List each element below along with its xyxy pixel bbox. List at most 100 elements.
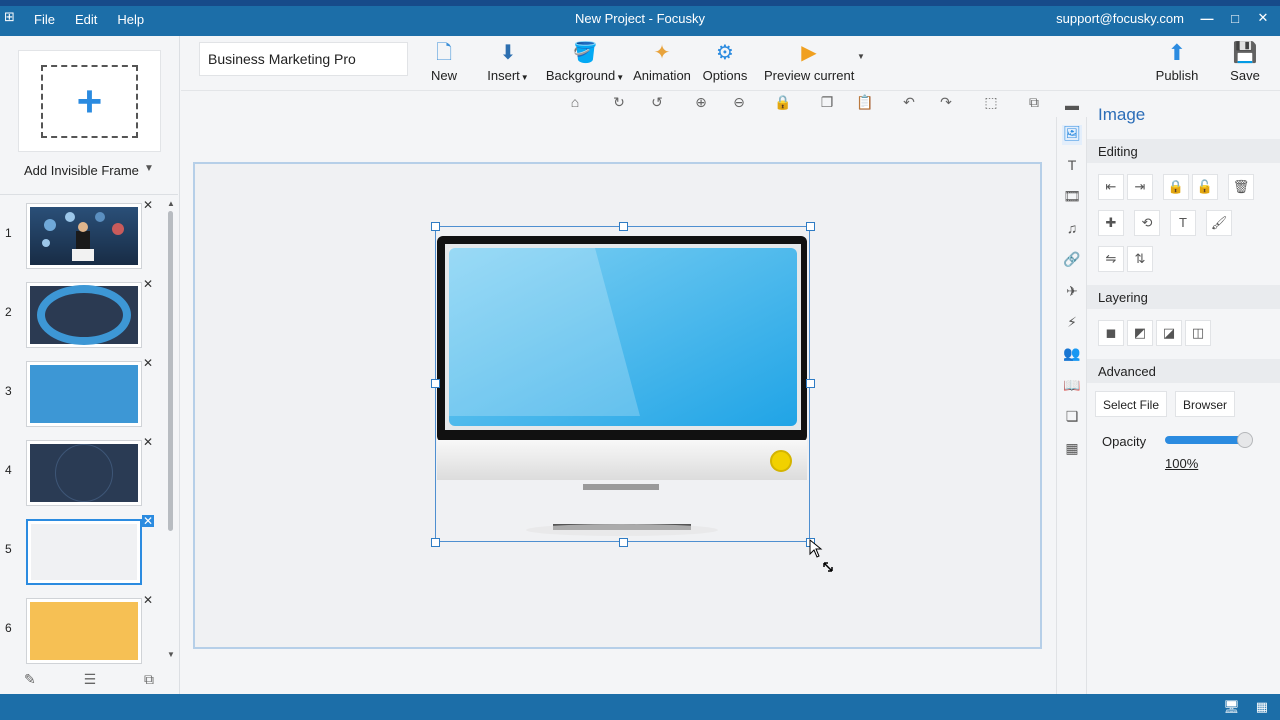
slide-list-scrollbar[interactable]: ▲ ▼ — [167, 199, 175, 659]
opacity-slider-handle[interactable] — [1237, 432, 1253, 448]
animation-button[interactable]: ✦ Animation — [632, 38, 692, 83]
resize-handle-left[interactable] — [431, 379, 440, 388]
unlock-element-icon[interactable]: 🔓 — [1192, 174, 1218, 200]
image-selection-box[interactable] — [435, 226, 810, 542]
lock-element-icon[interactable]: 🔒 — [1163, 174, 1189, 200]
scroll-down-icon[interactable]: ▼ — [167, 650, 175, 659]
replace-icon[interactable]: ⟲ — [1134, 210, 1160, 236]
resize-handle-top-right[interactable] — [806, 222, 815, 231]
redo-icon[interactable]: ↷ — [936, 94, 956, 111]
slide-item-3[interactable]: 3 ✕ — [0, 353, 178, 432]
frame-settings-icon[interactable]: ☰ — [84, 671, 97, 688]
flip-horizontal-icon[interactable]: ⇋ — [1098, 246, 1124, 272]
preview-dropdown-icon[interactable]: ▼ — [857, 52, 865, 61]
slide-thumbnail[interactable] — [26, 519, 142, 585]
zoom-in-icon[interactable]: ⊕ — [691, 94, 711, 111]
resize-handle-right[interactable] — [806, 379, 815, 388]
layers-icon[interactable]: ❏ — [1062, 408, 1082, 428]
add-invisible-frame-label[interactable]: Add Invisible Frame — [24, 163, 139, 178]
slide-item-6[interactable]: 6 ✕ — [0, 590, 178, 664]
grid-icon[interactable]: ▦ — [1256, 699, 1268, 715]
menu-file[interactable]: File — [24, 11, 65, 29]
rotate-left-icon[interactable]: ↺ — [647, 94, 667, 111]
background-button[interactable]: 🪣 Background▼ — [545, 38, 625, 83]
brush-icon[interactable]: 🖌 — [1206, 210, 1232, 236]
lock-icon[interactable]: 🔒 — [773, 94, 793, 111]
opacity-value[interactable]: 100% — [1165, 456, 1198, 471]
add-icon[interactable]: ✚ — [1098, 210, 1124, 236]
copy-frame-icon[interactable]: ⧉ — [144, 671, 154, 688]
resize-handle-top[interactable] — [619, 222, 628, 231]
scrollbar-thumb[interactable] — [168, 211, 173, 531]
resize-handle-bottom-left[interactable] — [431, 538, 440, 547]
slide-thumbnail-image — [31, 524, 137, 580]
select-area-icon[interactable]: ⬚ — [981, 94, 1001, 111]
image-icon[interactable]: 🖼 — [1062, 125, 1082, 145]
bring-forward-icon[interactable]: ◩ — [1127, 320, 1153, 346]
canvas-area[interactable] — [181, 118, 1056, 694]
maximize-button[interactable]: □ — [1226, 9, 1244, 27]
slide-thumbnail[interactable] — [26, 282, 142, 348]
delete-slide-icon[interactable]: ✕ — [142, 436, 154, 448]
slide-item-2[interactable]: 2 ✕ — [0, 274, 178, 353]
minimize-button[interactable]: — — [1198, 9, 1216, 27]
resize-handle-top-left[interactable] — [431, 222, 440, 231]
new-button[interactable]: 🗋 New — [428, 38, 460, 83]
delete-slide-icon[interactable]: ✕ — [142, 199, 154, 211]
publish-button[interactable]: ⬆ Publish — [1154, 38, 1200, 83]
project-name-field[interactable]: Business Marketing Pro — [199, 42, 408, 76]
copy-icon[interactable]: ❐ — [817, 94, 837, 111]
notes-icon[interactable]: ▬ — [1062, 97, 1082, 117]
insert-button[interactable]: ⬇ Insert▼ — [486, 38, 530, 83]
resize-handle-bottom[interactable] — [619, 538, 628, 547]
airplane-icon[interactable]: ✈ — [1062, 283, 1082, 303]
layout-icon[interactable]: ▦ — [1062, 440, 1082, 460]
delete-slide-icon[interactable]: ✕ — [142, 278, 154, 290]
send-to-back-icon[interactable]: ◫ — [1185, 320, 1211, 346]
monitor-icon[interactable]: 🖥 — [1223, 699, 1240, 715]
flash-icon[interactable]: ⚡ — [1062, 314, 1082, 334]
slide-thumbnail[interactable] — [26, 440, 142, 506]
slide-item-1[interactable]: 1 ✕ — [0, 195, 178, 274]
slide-thumbnail[interactable] — [26, 203, 142, 269]
people-icon[interactable]: 👥 — [1062, 345, 1082, 365]
delete-slide-icon[interactable]: ✕ — [142, 357, 154, 369]
zoom-out-icon[interactable]: ⊖ — [729, 94, 749, 111]
align-right-icon[interactable]: ⇥ — [1127, 174, 1153, 200]
close-button[interactable]: ✕ — [1254, 9, 1272, 27]
slide-thumbnail[interactable] — [26, 598, 142, 664]
slide-item-5[interactable]: 5 ✕ — [0, 511, 178, 590]
save-button[interactable]: 💾 Save — [1228, 38, 1262, 83]
support-email-link[interactable]: support@focusky.com — [1056, 11, 1184, 26]
align-left-icon[interactable]: ⇤ — [1098, 174, 1124, 200]
chevron-down-icon[interactable]: ▼ — [144, 163, 154, 174]
undo-icon[interactable]: ↶ — [899, 94, 919, 111]
slide-item-4[interactable]: 4 ✕ — [0, 432, 178, 511]
home-icon[interactable]: ⌂ — [565, 94, 585, 110]
scroll-up-icon[interactable]: ▲ — [167, 199, 175, 208]
paste-icon[interactable]: 📋 — [855, 94, 875, 111]
link-icon[interactable]: 🔗 — [1062, 251, 1082, 271]
browser-button[interactable]: Browser — [1175, 391, 1236, 417]
fullscreen-icon[interactable]: ⧉ — [1024, 94, 1044, 111]
send-backward-icon[interactable]: ◪ — [1156, 320, 1182, 346]
edit-frame-icon[interactable]: ✎ — [24, 671, 36, 688]
select-file-button[interactable]: Select File — [1095, 391, 1168, 417]
preview-current-button[interactable]: ▶ Preview current — [764, 38, 854, 83]
menu-help[interactable]: Help — [107, 11, 154, 29]
menu-edit[interactable]: Edit — [65, 11, 107, 29]
delete-slide-icon[interactable]: ✕ — [142, 594, 154, 606]
trash-icon[interactable]: 🗑 — [1228, 174, 1254, 200]
add-frame-button[interactable]: + — [18, 50, 161, 152]
text-icon[interactable]: T — [1062, 157, 1082, 177]
bring-to-front-icon[interactable]: ◼ — [1098, 320, 1124, 346]
options-button[interactable]: ⚙ Options — [701, 38, 749, 83]
video-icon[interactable]: 🎞 — [1062, 188, 1082, 208]
rotate-right-icon[interactable]: ↻ — [609, 94, 629, 111]
text-style-icon[interactable]: T — [1170, 210, 1196, 236]
music-icon[interactable]: ♫ — [1062, 220, 1082, 240]
book-icon[interactable]: 📖 — [1062, 377, 1082, 397]
flip-vertical-icon[interactable]: ⇅ — [1127, 246, 1153, 272]
slide-thumbnail[interactable] — [26, 361, 142, 427]
delete-slide-icon[interactable]: ✕ — [142, 515, 154, 527]
